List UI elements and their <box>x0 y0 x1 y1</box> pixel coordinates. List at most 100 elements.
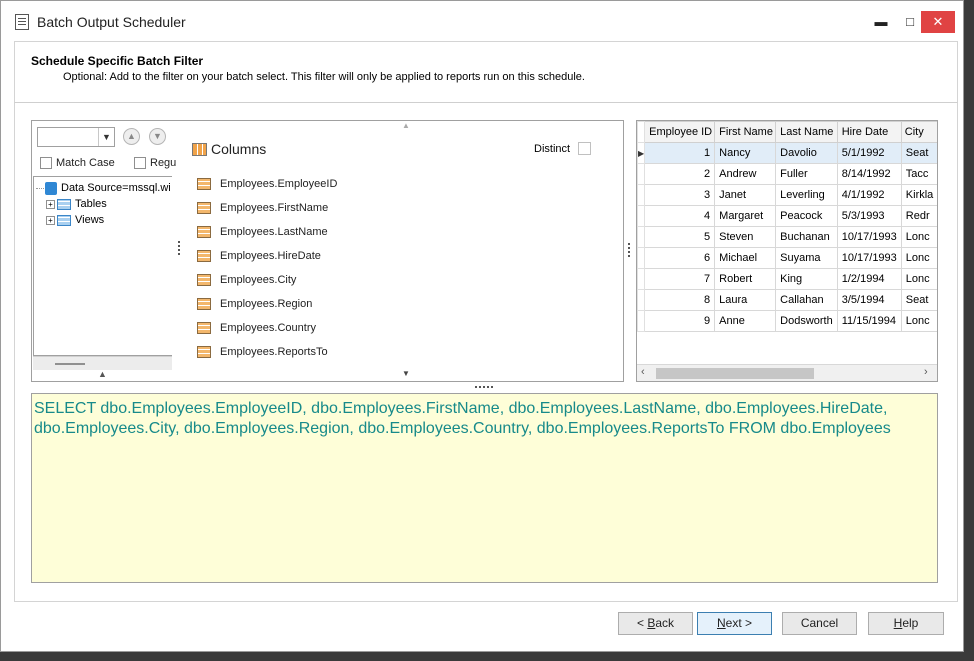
table-cell[interactable]: 8/14/1992 <box>836 163 902 185</box>
expand-icon[interactable]: + <box>46 199 55 209</box>
column-header[interactable]: Employee ID <box>644 121 716 143</box>
table-cell[interactable]: 10/17/1993 <box>836 226 902 248</box>
table-cell[interactable]: Lonc <box>900 247 937 269</box>
table-cell[interactable]: 4 <box>644 205 716 227</box>
table-cell[interactable]: 4/1/1992 <box>836 184 902 206</box>
table-cell[interactable]: 7 <box>644 268 716 290</box>
regex-checkbox[interactable] <box>134 157 146 169</box>
column-item[interactable]: Employees.LastName <box>197 223 328 241</box>
find-previous-icon[interactable]: ▲ <box>123 128 140 145</box>
table-row[interactable]: 6 Michael Suyama 10/17/1993 Lonc <box>637 247 937 269</box>
match-case-checkbox[interactable] <box>40 157 52 169</box>
table-cell[interactable]: Michael <box>714 247 777 269</box>
scroll-left-icon[interactable]: ‹ <box>641 366 645 378</box>
table-cell[interactable]: King <box>775 268 838 290</box>
table-cell[interactable]: 11/15/1994 <box>836 310 902 332</box>
row-indicator[interactable]: ▶ <box>637 142 646 164</box>
scroll-down-icon[interactable]: ▼ <box>402 369 410 378</box>
tree-item-views[interactable]: + Views <box>46 212 104 228</box>
table-cell[interactable]: Seat <box>900 142 937 164</box>
table-row[interactable]: 3 Janet Leverling 4/1/1992 Kirkla <box>637 184 937 206</box>
table-row[interactable]: 9 Anne Dodsworth 11/15/1994 Lonc <box>637 310 937 332</box>
back-button[interactable]: < Back <box>618 612 693 635</box>
table-cell[interactable]: Steven <box>714 226 777 248</box>
table-cell[interactable]: Suyama <box>775 247 838 269</box>
expand-icon[interactable]: + <box>46 215 55 225</box>
table-cell[interactable]: Tacc <box>900 163 937 185</box>
table-cell[interactable]: 10/17/1993 <box>836 247 902 269</box>
column-item[interactable]: Employees.Region <box>197 295 312 313</box>
row-indicator[interactable] <box>637 247 646 269</box>
table-cell[interactable]: Leverling <box>775 184 838 206</box>
column-item[interactable]: Employees.City <box>197 271 296 289</box>
row-indicator[interactable] <box>637 226 646 248</box>
table-cell[interactable]: 9 <box>644 310 716 332</box>
table-cell[interactable]: Janet <box>714 184 777 206</box>
column-item[interactable]: Employees.ReportsTo <box>197 343 328 361</box>
table-cell[interactable]: 5/3/1993 <box>836 205 902 227</box>
table-cell[interactable]: 1/2/1994 <box>836 268 902 290</box>
table-cell[interactable]: Seat <box>900 289 937 311</box>
table-cell[interactable]: 1 <box>644 142 716 164</box>
table-row[interactable]: 2 Andrew Fuller 8/14/1992 Tacc <box>637 163 937 185</box>
row-indicator[interactable] <box>637 310 646 332</box>
table-cell[interactable]: Davolio <box>775 142 838 164</box>
column-item[interactable]: Employees.Country <box>197 319 316 337</box>
table-cell[interactable]: 2 <box>644 163 716 185</box>
table-cell[interactable]: 8 <box>644 289 716 311</box>
table-cell[interactable]: 3 <box>644 184 716 206</box>
table-cell[interactable]: Andrew <box>714 163 777 185</box>
table-row[interactable]: ▶ 1 Nancy Davolio 5/1/1992 Seat <box>637 142 937 164</box>
table-cell[interactable]: 5/1/1992 <box>836 142 902 164</box>
table-row[interactable]: 4 Margaret Peacock 5/3/1993 Redr <box>637 205 937 227</box>
table-cell[interactable]: Laura <box>714 289 777 311</box>
distinct-checkbox[interactable] <box>578 142 591 155</box>
column-item[interactable]: Employees.HireDate <box>197 247 321 265</box>
column-header[interactable]: First Name <box>714 121 777 143</box>
table-row[interactable]: 8 Laura Callahan 3/5/1994 Seat <box>637 289 937 311</box>
table-cell[interactable]: Lonc <box>900 268 937 290</box>
sql-editor[interactable]: SELECT dbo.Employees.EmployeeID, dbo.Emp… <box>31 393 938 583</box>
find-next-icon[interactable]: ▼ <box>149 128 166 145</box>
table-cell[interactable]: 3/5/1994 <box>836 289 902 311</box>
cancel-button[interactable]: Cancel <box>782 612 857 635</box>
table-cell[interactable]: 6 <box>644 247 716 269</box>
row-indicator[interactable] <box>637 163 646 185</box>
left-splitter[interactable] <box>178 241 180 255</box>
next-button[interactable]: Next > <box>697 612 772 635</box>
scroll-up-icon[interactable]: ▲ <box>402 121 410 130</box>
table-cell[interactable]: Callahan <box>775 289 838 311</box>
table-cell[interactable]: Anne <box>714 310 777 332</box>
table-cell[interactable]: Kirkla <box>900 184 937 206</box>
row-indicator[interactable] <box>637 268 646 290</box>
scrollbar-thumb[interactable] <box>656 368 814 379</box>
table-row[interactable]: 7 Robert King 1/2/1994 Lonc <box>637 268 937 290</box>
table-cell[interactable]: Robert <box>714 268 777 290</box>
collapse-caret-icon[interactable]: ▲ <box>98 369 107 379</box>
tree-scrollbar[interactable] <box>33 356 172 370</box>
maximize-button[interactable]: □ <box>896 11 924 33</box>
table-cell[interactable]: Lonc <box>900 226 937 248</box>
table-cell[interactable]: Nancy <box>714 142 777 164</box>
row-indicator[interactable] <box>637 205 646 227</box>
table-cell[interactable]: 5 <box>644 226 716 248</box>
table-cell[interactable]: Buchanan <box>775 226 838 248</box>
tree-root[interactable]: Data Source=mssql.wi <box>36 180 171 196</box>
table-cell[interactable]: Peacock <box>775 205 838 227</box>
row-indicator[interactable] <box>637 184 646 206</box>
tree-item-tables[interactable]: + Tables <box>46 196 107 212</box>
column-header[interactable]: Last Name <box>775 121 838 143</box>
scroll-right-icon[interactable]: › <box>924 366 928 378</box>
chevron-down-icon[interactable]: ▼ <box>98 128 114 146</box>
table-cell[interactable]: Margaret <box>714 205 777 227</box>
table-row[interactable]: 5 Steven Buchanan 10/17/1993 Lonc <box>637 226 937 248</box>
title-bar[interactable]: Batch Output Scheduler ▬ □ ✕ <box>1 1 963 41</box>
column-item[interactable]: Employees.EmployeeID <box>197 175 337 193</box>
horizontal-splitter[interactable] <box>475 386 493 388</box>
column-item[interactable]: Employees.FirstName <box>197 199 328 217</box>
table-cell[interactable]: Lonc <box>900 310 937 332</box>
close-button[interactable]: ✕ <box>921 11 955 33</box>
row-indicator[interactable] <box>637 289 646 311</box>
column-header[interactable]: City <box>900 121 937 143</box>
table-cell[interactable]: Dodsworth <box>775 310 838 332</box>
